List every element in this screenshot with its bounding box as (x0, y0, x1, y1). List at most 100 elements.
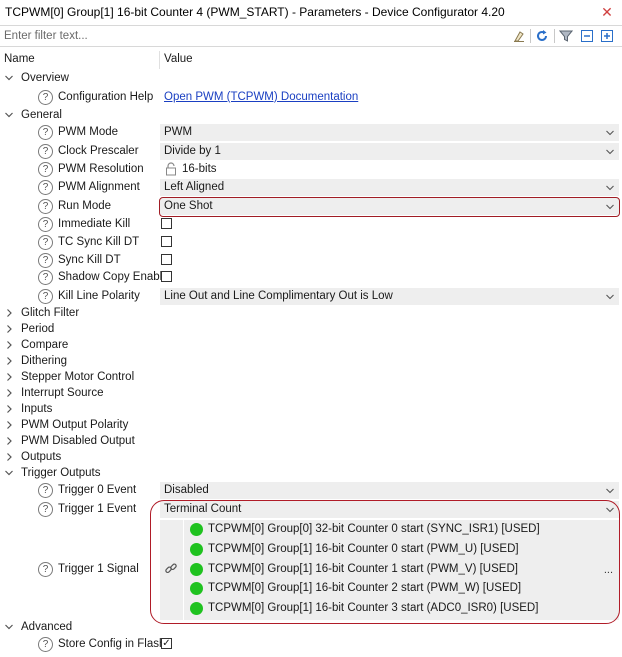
param-label: Trigger 1 Event (58, 503, 137, 515)
param-label: PWM Mode (58, 126, 119, 138)
dropdown-value: PWM (164, 126, 193, 138)
pwm-mode-dropdown[interactable]: PWM (160, 124, 619, 142)
group-label: Trigger Outputs (21, 467, 101, 479)
toolbar-separator (554, 29, 555, 43)
param-label: Immediate Kill (58, 218, 131, 230)
column-divider[interactable] (159, 51, 160, 69)
chevron-right-icon[interactable] (4, 372, 14, 382)
refresh-icon[interactable] (533, 27, 551, 45)
group-label: Interrupt Source (21, 387, 104, 399)
group-label: PWM Disabled Output (21, 435, 135, 447)
chevron-right-icon[interactable] (4, 404, 14, 414)
column-header: Name Value (0, 51, 622, 69)
trigger0-event-dropdown[interactable]: Disabled (160, 482, 619, 500)
param-label: Store Config in Flash (58, 638, 166, 650)
chevron-right-icon[interactable] (4, 452, 14, 462)
chevron-right-icon[interactable] (4, 436, 14, 446)
help-icon[interactable]: ? (38, 253, 53, 268)
group-general[interactable]: General (0, 107, 622, 125)
kill-line-polarity-dropdown[interactable]: Line Out and Line Complimentary Out is L… (160, 288, 619, 306)
chevron-right-icon[interactable] (4, 356, 14, 366)
chevron-down-icon[interactable] (4, 73, 14, 83)
close-icon[interactable]: ✕ (596, 1, 618, 23)
chevron-right-icon[interactable] (4, 388, 14, 398)
help-icon[interactable]: ? (38, 90, 53, 105)
param-run-mode: ? Run Mode One Shot (0, 197, 622, 217)
param-label: Shadow Copy Enable (58, 271, 169, 283)
chevron-down-icon (605, 486, 615, 496)
store-config-in-flash-checkbox[interactable]: ✓ (161, 638, 172, 649)
help-icon[interactable]: ? (38, 144, 53, 159)
title-bar: TCPWM[0] Group[1] 16-bit Counter 4 (PWM_… (0, 0, 622, 24)
param-kill-line-polarity: ? Kill Line Polarity Line Out and Line C… (0, 288, 622, 306)
column-name-header[interactable]: Name (4, 53, 35, 65)
chevron-right-icon[interactable] (4, 340, 14, 350)
param-label: Kill Line Polarity (58, 290, 140, 302)
lock-icon (164, 162, 178, 176)
param-label: Configuration Help (58, 91, 154, 103)
group-label: Outputs (21, 451, 62, 463)
chevron-right-icon[interactable] (4, 420, 14, 430)
param-immediate-kill: ? Immediate Kill (0, 216, 622, 234)
chevron-down-icon[interactable] (4, 110, 14, 120)
group-label: Period (21, 323, 55, 335)
clock-prescaler-dropdown[interactable]: Divide by 1 (160, 143, 619, 161)
tc-sync-kill-dt-checkbox[interactable] (161, 236, 172, 247)
group-overview[interactable]: Overview (0, 70, 622, 88)
chevron-down-icon (605, 202, 615, 212)
group-advanced[interactable]: Advanced (0, 619, 622, 637)
help-icon[interactable]: ? (38, 289, 53, 304)
chevron-down-icon (605, 147, 615, 157)
filter-input[interactable] (0, 26, 508, 46)
help-icon[interactable]: ? (38, 637, 53, 652)
documentation-link[interactable]: Open PWM (TCPWM) Documentation (164, 91, 358, 103)
param-trigger0-event: ? Trigger 0 Event Disabled (0, 482, 622, 500)
help-icon[interactable]: ? (38, 235, 53, 250)
help-icon[interactable]: ? (38, 562, 53, 577)
chevron-down-icon (605, 183, 615, 193)
chevron-down-icon[interactable] (4, 468, 14, 478)
filter-bar (0, 25, 622, 47)
param-label: Run Mode (58, 200, 112, 212)
group-label: Stepper Motor Control (21, 371, 135, 383)
chevron-right-icon[interactable] (4, 308, 14, 318)
param-label: Clock Prescaler (58, 145, 139, 157)
help-icon[interactable]: ? (38, 217, 53, 232)
param-label: Sync Kill DT (58, 254, 121, 266)
sync-kill-dt-checkbox[interactable] (161, 254, 172, 265)
param-sync-kill-dt: ? Sync Kill DT (0, 252, 622, 270)
shadow-copy-enable-checkbox[interactable] (161, 271, 172, 282)
param-label: PWM Resolution (58, 163, 144, 175)
help-icon[interactable]: ? (38, 502, 53, 517)
group-label: Dithering (21, 355, 68, 367)
param-label: PWM Alignment (58, 181, 140, 193)
collapse-all-icon[interactable] (578, 27, 596, 45)
dropdown-value: Disabled (164, 484, 209, 496)
help-icon[interactable]: ? (38, 199, 53, 214)
param-store-config-in-flash: ? Store Config in Flash ✓ (0, 636, 622, 654)
run-mode-dropdown[interactable]: One Shot (159, 197, 620, 217)
highlight-annotation (150, 500, 620, 624)
immediate-kill-checkbox[interactable] (161, 218, 172, 229)
clear-filter-icon[interactable] (510, 27, 528, 45)
window-title: TCPWM[0] Group[1] 16-bit Counter 4 (PWM_… (5, 5, 505, 19)
help-icon[interactable]: ? (38, 125, 53, 140)
chevron-down-icon[interactable] (4, 622, 14, 632)
value-cell: Open PWM (TCPWM) Documentation (160, 89, 619, 107)
filter-icon[interactable] (557, 27, 575, 45)
help-icon[interactable]: ? (38, 483, 53, 498)
read-only-value: 16-bits (182, 163, 217, 175)
chevron-right-icon[interactable] (4, 324, 14, 334)
help-icon[interactable]: ? (38, 270, 53, 285)
pwm-alignment-dropdown[interactable]: Left Aligned (160, 179, 619, 197)
help-icon[interactable]: ? (38, 180, 53, 195)
expand-all-icon[interactable] (598, 27, 616, 45)
toolbar-separator (530, 29, 531, 43)
dropdown-value: Left Aligned (164, 181, 225, 193)
help-icon[interactable]: ? (38, 162, 53, 177)
param-label: TC Sync Kill DT (58, 236, 140, 248)
param-pwm-mode: ? PWM Mode PWM (0, 124, 622, 142)
param-configuration-help: ? Configuration Help Open PWM (TCPWM) Do… (0, 89, 622, 107)
group-trigger-outputs[interactable]: Trigger Outputs (0, 465, 622, 483)
column-value-header[interactable]: Value (164, 53, 193, 65)
